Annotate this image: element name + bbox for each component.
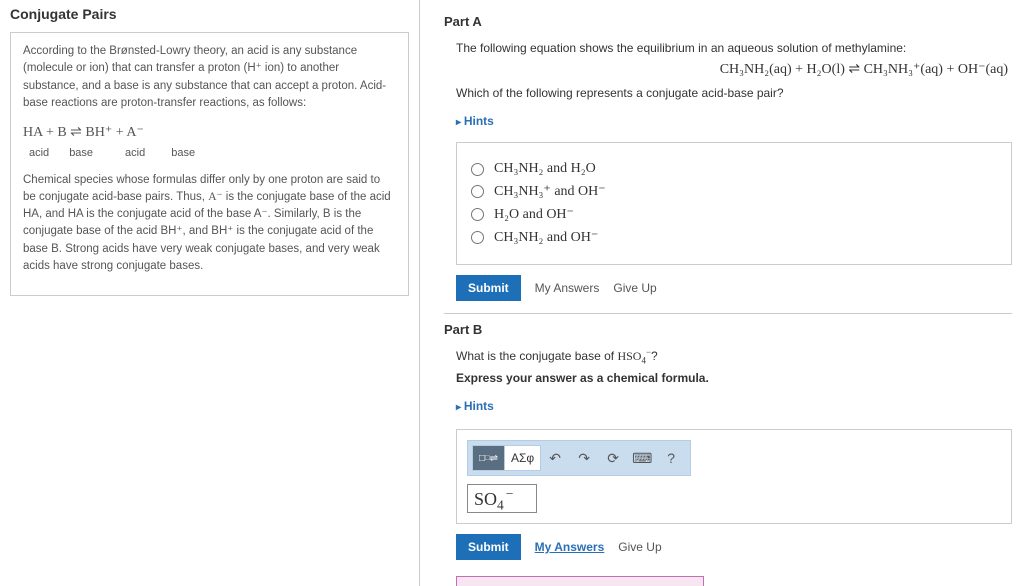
part-a-choices: CH₃NH₂ and H₂O CH₃NH₃⁺ and OH⁻ H₂O and O…	[456, 142, 1012, 265]
feedback-message: Incorrect; Try Again; 5 attempts remaini…	[456, 576, 704, 586]
part-a-prompt-1: The following equation shows the equilib…	[456, 39, 1012, 57]
choice-0-radio[interactable]	[471, 163, 484, 176]
part-a-prompt-2: Which of the following represents a conj…	[456, 84, 1012, 102]
generic-equation: HA + B ⇌ BH⁺ + A⁻	[23, 122, 396, 143]
part-a-my-answers-link[interactable]: My Answers	[535, 281, 600, 295]
part-b-submit-button[interactable]: Submit	[456, 534, 521, 560]
part-a-give-up-link[interactable]: Give Up	[613, 281, 656, 295]
choice-2-label: H₂O and OH⁻	[494, 206, 574, 223]
choice-1-label: CH₃NH₃⁺ and OH⁻	[494, 183, 606, 200]
greek-symbols-button[interactable]: ΑΣφ	[504, 445, 541, 471]
topic-info-box: According to the Brønsted-Lowry theory, …	[10, 32, 409, 296]
left-sidebar: Conjugate Pairs According to the Brønste…	[0, 0, 420, 586]
part-a-submit-button[interactable]: Submit	[456, 275, 521, 301]
part-b-hints-link[interactable]: Hints	[456, 399, 494, 413]
topic-title: Conjugate Pairs	[10, 6, 409, 22]
formula-input[interactable]: SO4−	[467, 484, 537, 513]
part-b-prompt-1: What is the conjugate base of HSO4−?	[456, 347, 1012, 365]
help-button[interactable]: ?	[656, 445, 686, 471]
choice-1[interactable]: CH₃NH₃⁺ and OH⁻	[471, 183, 997, 200]
part-b-prompt-2: Express your answer as a chemical formul…	[456, 369, 1012, 387]
explanation-paragraph: Chemical species whose formulas differ o…	[23, 172, 396, 276]
undo-button[interactable]: ↶	[540, 445, 570, 471]
choice-3[interactable]: CH₃NH₂ and OH⁻	[471, 229, 997, 246]
part-b-my-answers-link[interactable]: My Answers	[535, 540, 605, 554]
choice-2[interactable]: H₂O and OH⁻	[471, 206, 997, 223]
part-a-hints-link[interactable]: Hints	[456, 114, 494, 128]
part-a-buttons: Submit My Answers Give Up	[456, 275, 1012, 301]
redo-button[interactable]: ↷	[569, 445, 599, 471]
choice-3-label: CH₃NH₂ and OH⁻	[494, 229, 598, 246]
equation-role-labels: acidbaseacidbase	[23, 145, 396, 162]
part-b-answer-box: □□⇌ ΑΣφ ↶ ↷ ⟳ ⌨ ? SO4−	[456, 429, 1012, 524]
part-b-header: Part B	[444, 322, 1012, 337]
main-content: Part A The following equation shows the …	[420, 0, 1024, 586]
divider	[444, 313, 1012, 314]
choice-3-radio[interactable]	[471, 231, 484, 244]
choice-0[interactable]: CH₃NH₂ and H₂O	[471, 161, 997, 177]
keyboard-button[interactable]: ⌨	[627, 445, 657, 471]
formula-toolbar: □□⇌ ΑΣφ ↶ ↷ ⟳ ⌨ ?	[467, 440, 691, 476]
choice-0-label: CH₃NH₂ and H₂O	[494, 161, 596, 177]
reset-button[interactable]: ⟳	[598, 445, 628, 471]
templates-button[interactable]: □□⇌	[472, 445, 505, 471]
part-b-buttons: Submit My Answers Give Up	[456, 534, 1012, 560]
part-a-equation: CH₃NH₂(aq) + H₂O(l) ⇌ CH₃NH₃⁺(aq) + OH⁻(…	[444, 61, 1012, 78]
part-a-header: Part A	[444, 14, 1012, 29]
choice-2-radio[interactable]	[471, 208, 484, 221]
part-b-give-up-link[interactable]: Give Up	[618, 540, 661, 554]
choice-1-radio[interactable]	[471, 185, 484, 198]
intro-paragraph: According to the Brønsted-Lowry theory, …	[23, 43, 396, 112]
